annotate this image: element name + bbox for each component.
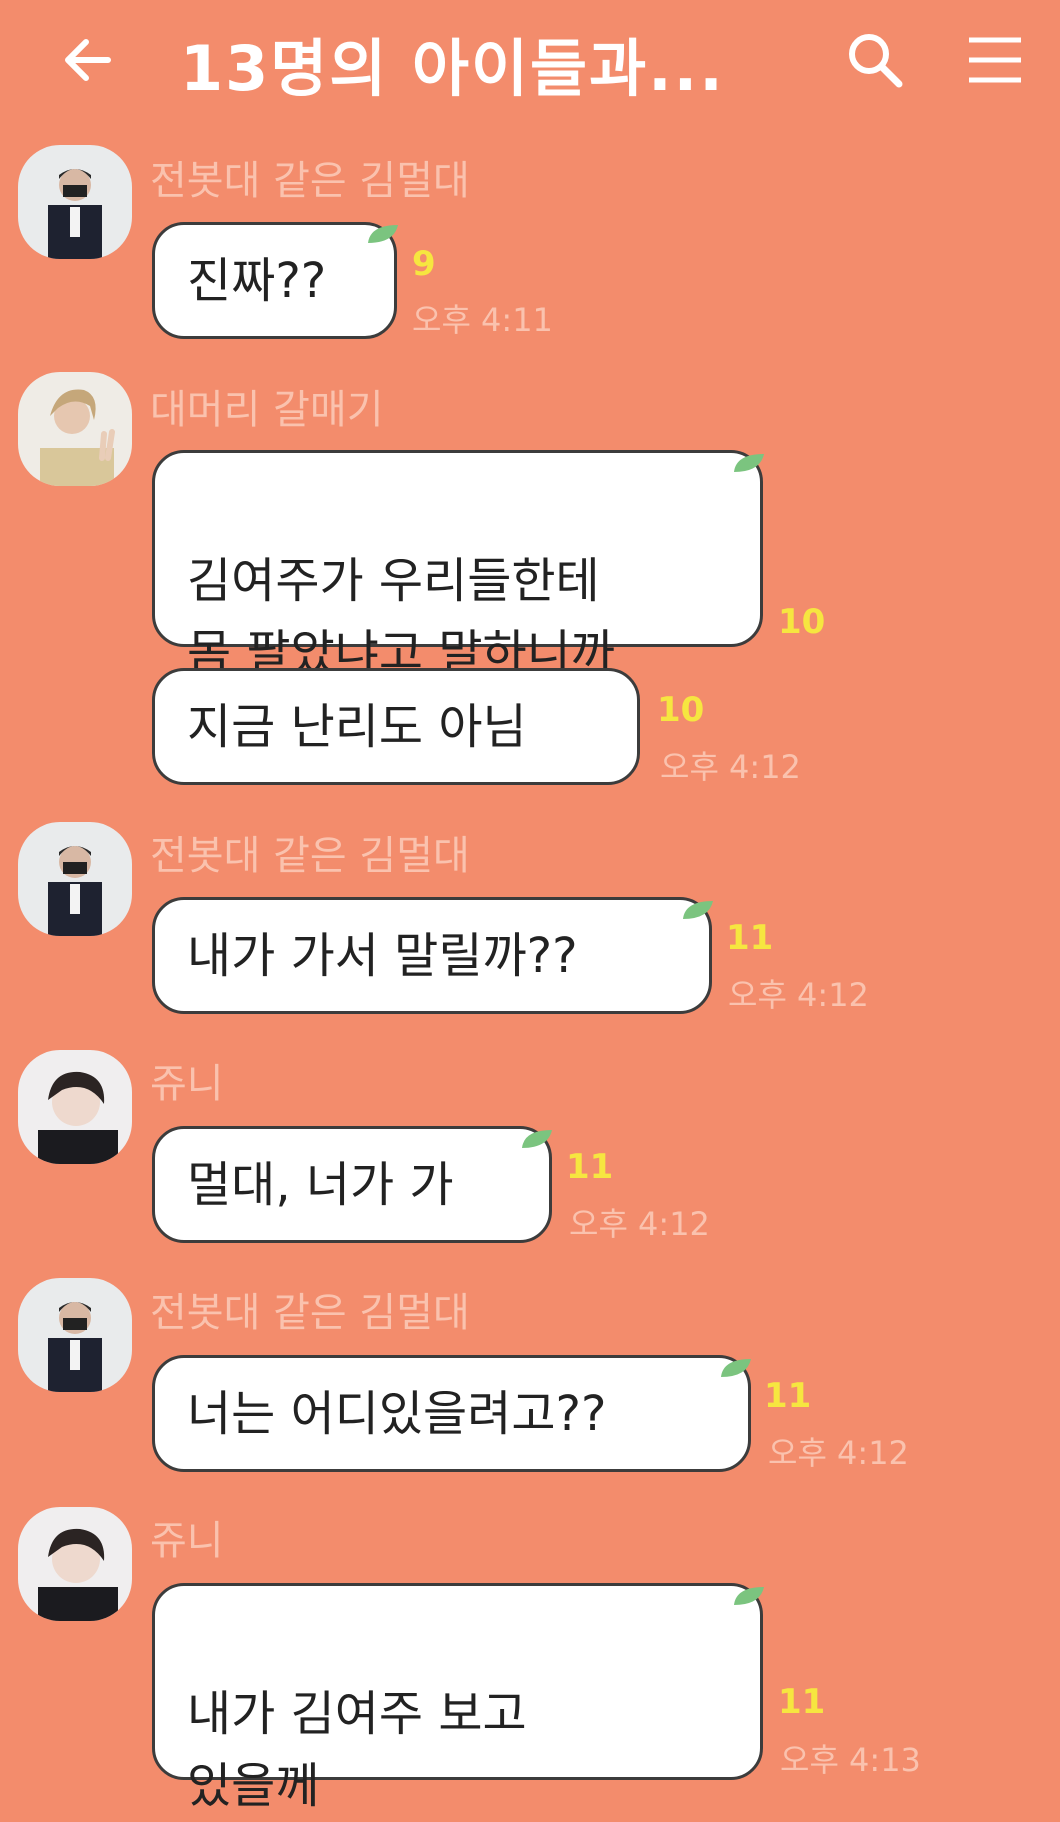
read-count: 11 [566,1147,614,1187]
sender-name: 쥬니 [150,1061,224,1107]
avatar[interactable] [18,1278,132,1392]
message-bubble[interactable]: 김여주가 우리들한테 몸 팔았냐고 말하니까 [152,450,763,681]
avatar[interactable] [18,145,132,259]
read-count: 11 [778,1682,826,1722]
menu-button[interactable] [965,34,1025,86]
leaf-icon [721,1359,751,1377]
message-text: 너는 어디있을려고?? [187,1386,607,1442]
hamburger-menu-icon [969,37,1021,83]
search-icon [849,34,903,88]
read-count: 10 [657,690,705,730]
sender-name: 전봇대 같은 김멀대 [150,1290,470,1336]
leaf-icon [734,1587,764,1605]
message-time: 오후 4:12 [569,1205,710,1243]
message-text: 김여주가 우리들한테 몸 팔았냐고 말하니까 [187,553,615,681]
message-time: 오후 4:12 [728,976,869,1014]
message-bubble[interactable]: 멀대, 너가 가 [152,1126,552,1243]
message-text: 진짜?? [187,253,327,309]
avatar[interactable] [18,822,132,936]
read-count: 11 [726,918,774,958]
message-bubble[interactable]: 너는 어디있을려고?? [152,1355,751,1472]
arrow-left-icon [65,39,111,81]
search-button[interactable] [845,30,905,90]
sender-name: 대머리 갈매기 [150,387,384,433]
sender-name: 전봇대 같은 김멀대 [150,833,470,879]
message-bubble[interactable]: 내가 가서 말릴까?? [152,897,712,1014]
message-text: 내가 가서 말릴까?? [187,928,578,984]
message-time: 오후 4:12 [660,748,801,786]
chat-header: 13명의 아이들과... [0,0,1060,120]
leaf-icon [368,225,398,243]
read-count: 9 [412,244,436,284]
leaf-icon [522,1130,552,1148]
message-text: 내가 김여주 보고 있을께 [187,1686,527,1814]
message-bubble[interactable]: 내가 김여주 보고 있을께 [152,1583,763,1814]
leaf-icon [734,454,764,472]
avatar[interactable] [18,1507,132,1621]
message-time: 오후 4:12 [768,1434,909,1472]
message-bubble[interactable]: 진짜?? [152,222,397,339]
sender-name: 전봇대 같은 김멀대 [150,158,470,204]
back-button[interactable] [60,30,120,90]
message-bubble[interactable]: 지금 난리도 아님 [152,668,640,785]
message-time: 오후 4:11 [412,301,553,339]
message-time: 오후 4:13 [780,1741,921,1779]
read-count: 10 [778,602,826,642]
avatar[interactable] [18,372,132,486]
avatar[interactable] [18,1050,132,1164]
leaf-icon [683,901,713,919]
read-count: 11 [764,1376,812,1416]
chat-room-title: 13명의 아이들과... [180,32,725,105]
sender-name: 쥬니 [150,1518,224,1564]
message-text: 멀대, 너가 가 [187,1157,454,1213]
message-text: 지금 난리도 아님 [187,699,527,755]
